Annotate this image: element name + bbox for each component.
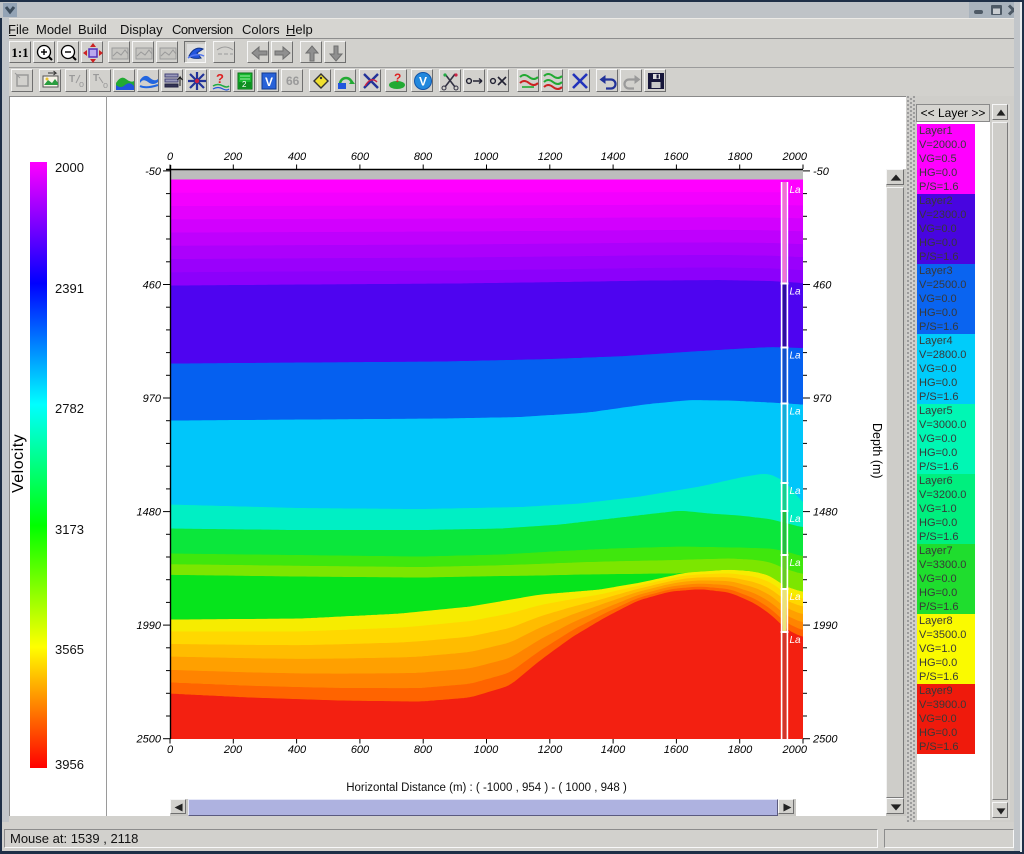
svg-text:1480: 1480 bbox=[813, 507, 838, 519]
svg-text:T: T bbox=[69, 74, 75, 85]
svg-text:66: 66 bbox=[286, 74, 300, 88]
svg-text:970: 970 bbox=[813, 393, 832, 405]
svg-text:460: 460 bbox=[813, 280, 832, 292]
svg-text:800: 800 bbox=[414, 151, 433, 163]
svg-text:La: La bbox=[790, 486, 802, 497]
svg-text:o: o bbox=[103, 80, 108, 90]
svg-text:1000: 1000 bbox=[474, 744, 499, 756]
svg-text:V: V bbox=[265, 75, 273, 89]
svg-text:600: 600 bbox=[351, 151, 370, 163]
svg-text:1990: 1990 bbox=[137, 620, 162, 632]
svg-text:La: La bbox=[790, 635, 802, 646]
svg-text:La: La bbox=[790, 514, 802, 525]
svg-text:2000: 2000 bbox=[782, 151, 808, 163]
svg-text:200: 200 bbox=[223, 744, 243, 756]
svg-text:La: La bbox=[790, 558, 802, 569]
svg-text:La: La bbox=[790, 287, 802, 298]
svg-text:1400: 1400 bbox=[601, 744, 626, 756]
svg-text:1600: 1600 bbox=[664, 744, 689, 756]
svg-text:1800: 1800 bbox=[728, 151, 753, 163]
svg-text:970: 970 bbox=[143, 393, 162, 405]
svg-text:-50: -50 bbox=[813, 166, 830, 178]
svg-text:1200: 1200 bbox=[538, 744, 563, 756]
svg-text:?: ? bbox=[394, 71, 401, 85]
svg-text:1400: 1400 bbox=[601, 151, 626, 163]
svg-text:2: 2 bbox=[242, 80, 247, 89]
svg-text:2500: 2500 bbox=[136, 734, 162, 746]
svg-text:-50: -50 bbox=[145, 166, 162, 178]
svg-text:400: 400 bbox=[288, 151, 307, 163]
svg-text:0: 0 bbox=[167, 744, 174, 756]
svg-text:La: La bbox=[790, 351, 802, 362]
svg-text:o: o bbox=[79, 79, 84, 89]
svg-text:1480: 1480 bbox=[137, 507, 162, 519]
svg-text:800: 800 bbox=[414, 744, 433, 756]
svg-text:V: V bbox=[419, 75, 427, 89]
svg-text:La: La bbox=[790, 592, 802, 603]
svg-text:La: La bbox=[790, 185, 802, 196]
svg-text:600: 600 bbox=[351, 744, 370, 756]
svg-text:1600: 1600 bbox=[664, 151, 689, 163]
svg-text:1990: 1990 bbox=[813, 620, 838, 632]
svg-text:460: 460 bbox=[143, 280, 162, 292]
svg-text:1000: 1000 bbox=[474, 151, 499, 163]
svg-text:0: 0 bbox=[167, 151, 174, 163]
svg-text:400: 400 bbox=[288, 744, 307, 756]
svg-text:La: La bbox=[790, 407, 802, 418]
svg-text:2500: 2500 bbox=[812, 734, 838, 746]
svg-text:200: 200 bbox=[223, 151, 243, 163]
svg-text:1800: 1800 bbox=[728, 744, 753, 756]
svg-text:2000: 2000 bbox=[782, 744, 808, 756]
svg-text:1200: 1200 bbox=[538, 151, 563, 163]
svg-text:T: T bbox=[93, 73, 99, 84]
